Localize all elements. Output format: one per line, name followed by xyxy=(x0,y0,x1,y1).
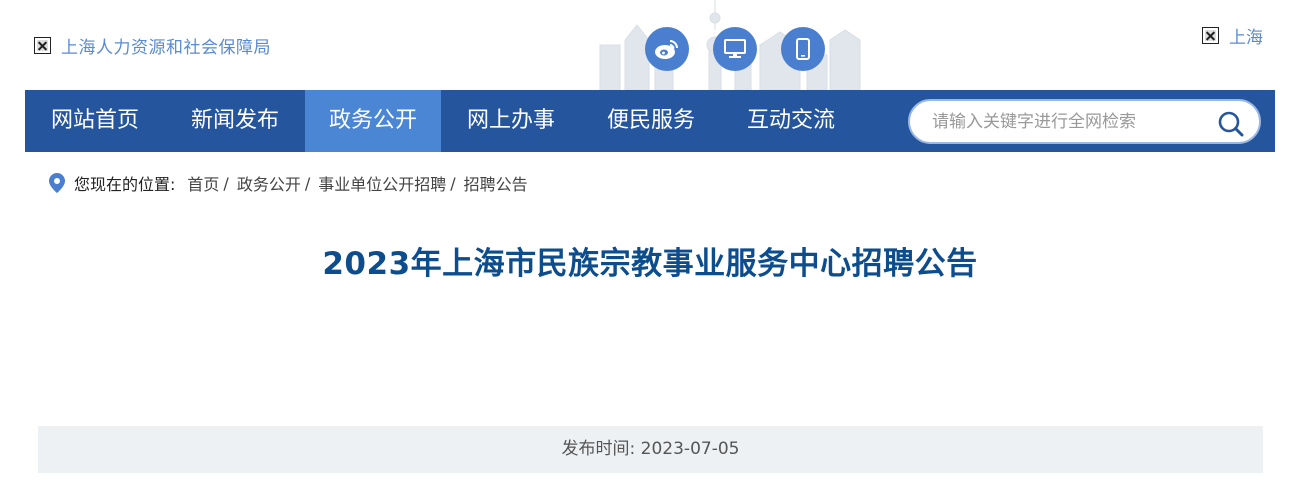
broken-image-icon xyxy=(34,37,51,54)
region-label: 上海 xyxy=(1229,28,1263,48)
search-icon xyxy=(1218,111,1244,137)
nav-item-gov-affairs[interactable]: 政务公开 xyxy=(305,90,441,152)
broken-image-icon xyxy=(1202,27,1219,44)
breadcrumb-label: 您现在的位置: xyxy=(74,175,176,194)
publish-info: 发布时间: 2023-07-05 xyxy=(38,426,1263,473)
site-logo[interactable]: 上海人力资源和社会保障局 xyxy=(34,33,271,58)
main-nav: 网站首页 新闻发布 政务公开 网上办事 便民服务 互动交流 xyxy=(25,90,1275,152)
social-icons xyxy=(645,27,825,71)
nav-item-online-services[interactable]: 网上办事 xyxy=(441,90,581,152)
site-header: 上海人力资源和社会保障局 上海 xyxy=(0,0,1314,90)
nav-item-home[interactable]: 网站首页 xyxy=(25,90,165,152)
location-pin-icon xyxy=(49,173,65,193)
mobile-icon[interactable] xyxy=(781,27,825,71)
search-button[interactable] xyxy=(1217,110,1245,138)
nav-item-interaction[interactable]: 互动交流 xyxy=(721,90,861,152)
article-title: 2023年上海市民族宗教事业服务中心招聘公告 xyxy=(322,246,978,282)
weibo-icon[interactable] xyxy=(645,27,689,71)
breadcrumb-recruitment[interactable]: 事业单位公开招聘 xyxy=(318,171,446,195)
breadcrumb: 您现在的位置: 首页 / 政务公开 / 事业单位公开招聘 / 招聘公告 xyxy=(48,171,528,195)
breadcrumb-separator: / xyxy=(450,173,456,193)
region-switch[interactable]: 上海 xyxy=(1202,23,1263,48)
site-logo-text: 上海人力资源和社会保障局 xyxy=(61,38,271,58)
nav-item-public-services[interactable]: 便民服务 xyxy=(581,90,721,152)
publish-label: 发布时间: xyxy=(561,439,636,459)
breadcrumb-home[interactable]: 首页 xyxy=(187,171,219,195)
breadcrumb-separator: / xyxy=(304,173,311,193)
breadcrumb-separator: / xyxy=(223,173,229,193)
publish-date: 2023-07-05 xyxy=(640,439,740,459)
search-input[interactable] xyxy=(932,111,1202,133)
desktop-icon[interactable] xyxy=(713,27,757,71)
nav-item-news[interactable]: 新闻发布 xyxy=(165,90,305,152)
breadcrumb-gov-affairs[interactable]: 政务公开 xyxy=(237,171,301,195)
breadcrumb-announcement[interactable]: 招聘公告 xyxy=(464,171,528,195)
search-box xyxy=(908,99,1261,144)
